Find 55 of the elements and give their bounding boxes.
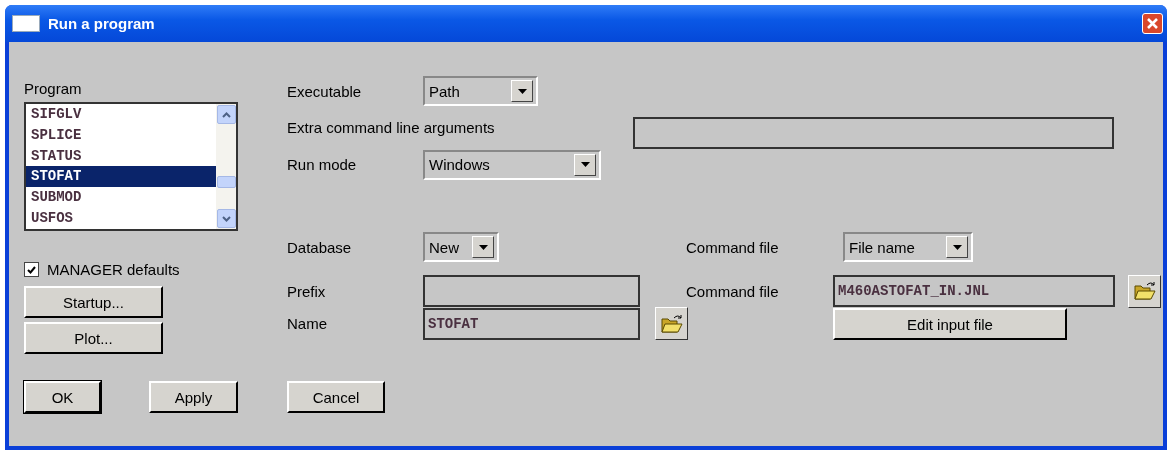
field-label: Run mode	[287, 156, 358, 173]
close-button[interactable]	[1142, 13, 1163, 34]
name-field[interactable]: STOFAT	[423, 308, 640, 340]
field-label: Extra command line arguments	[287, 119, 496, 136]
dialog-button[interactable]: Cancel	[287, 381, 385, 413]
folder-icon	[1133, 281, 1156, 301]
dropdown[interactable]: Path	[423, 76, 538, 106]
folder-icon	[660, 313, 683, 334]
checkmark-icon	[27, 265, 36, 274]
list-item[interactable]: SIFGLV	[26, 104, 216, 125]
field-label: Database	[287, 238, 353, 256]
list-item[interactable]: STATUS	[26, 145, 216, 167]
side-button[interactable]: Plot...	[24, 322, 163, 354]
list-item[interactable]: SPLICE	[26, 124, 216, 146]
field-label: Command file	[686, 238, 780, 256]
checkbox-label: MANAGER defaults	[47, 261, 180, 278]
dialog-button[interactable]: Apply	[149, 381, 238, 413]
chevron-up-icon	[221, 111, 231, 118]
dropdown-button[interactable]	[511, 80, 533, 102]
dropdown[interactable]: Windows	[423, 149, 601, 180]
command-file-field[interactable]: M460ASTOFAT_IN.JNL	[833, 275, 1115, 307]
side-button[interactable]: Startup...	[24, 286, 163, 318]
browse-button[interactable]	[1128, 274, 1161, 308]
field-label: Executable	[287, 82, 363, 100]
caret-icon	[478, 244, 488, 250]
dropdown-button[interactable]	[946, 236, 968, 258]
list-item[interactable]: STOFAT	[26, 166, 216, 188]
list-label: Program	[24, 80, 82, 97]
close-icon	[1146, 17, 1159, 30]
field-label: Command file	[686, 282, 780, 300]
program-list[interactable]: SIFGLV SPLICE STATUS STOFAT SUBMOD USFOS	[24, 102, 238, 231]
arguments-field[interactable]	[633, 117, 1114, 149]
dialog-button[interactable]: OK	[24, 381, 101, 413]
field-label: Prefix	[287, 282, 327, 300]
dropdown-button[interactable]	[472, 236, 494, 258]
dropdown[interactable]: File name	[843, 232, 973, 262]
edit-input-button[interactable]: Edit input file	[833, 308, 1067, 340]
scroll-down-button[interactable]	[216, 209, 236, 228]
scroll-up-button[interactable]	[216, 105, 236, 124]
dropdown[interactable]: New	[423, 232, 499, 262]
checkbox[interactable]	[24, 262, 39, 277]
caret-icon	[952, 244, 962, 250]
list-item[interactable]: SUBMOD	[26, 187, 216, 208]
field-label: Name	[287, 315, 328, 332]
window-icon	[12, 15, 40, 32]
chevron-down-icon	[221, 215, 231, 222]
caret-icon	[580, 162, 590, 167]
scrollbar-thumb[interactable]	[216, 176, 236, 188]
list-item[interactable]: USFOS	[26, 208, 216, 229]
window-title: Run a program	[48, 15, 156, 32]
scrollbar[interactable]	[216, 104, 236, 229]
prefix-field[interactable]	[423, 275, 640, 307]
browse-button[interactable]	[655, 307, 688, 340]
caret-icon	[517, 88, 527, 94]
dropdown-button[interactable]	[574, 153, 596, 176]
